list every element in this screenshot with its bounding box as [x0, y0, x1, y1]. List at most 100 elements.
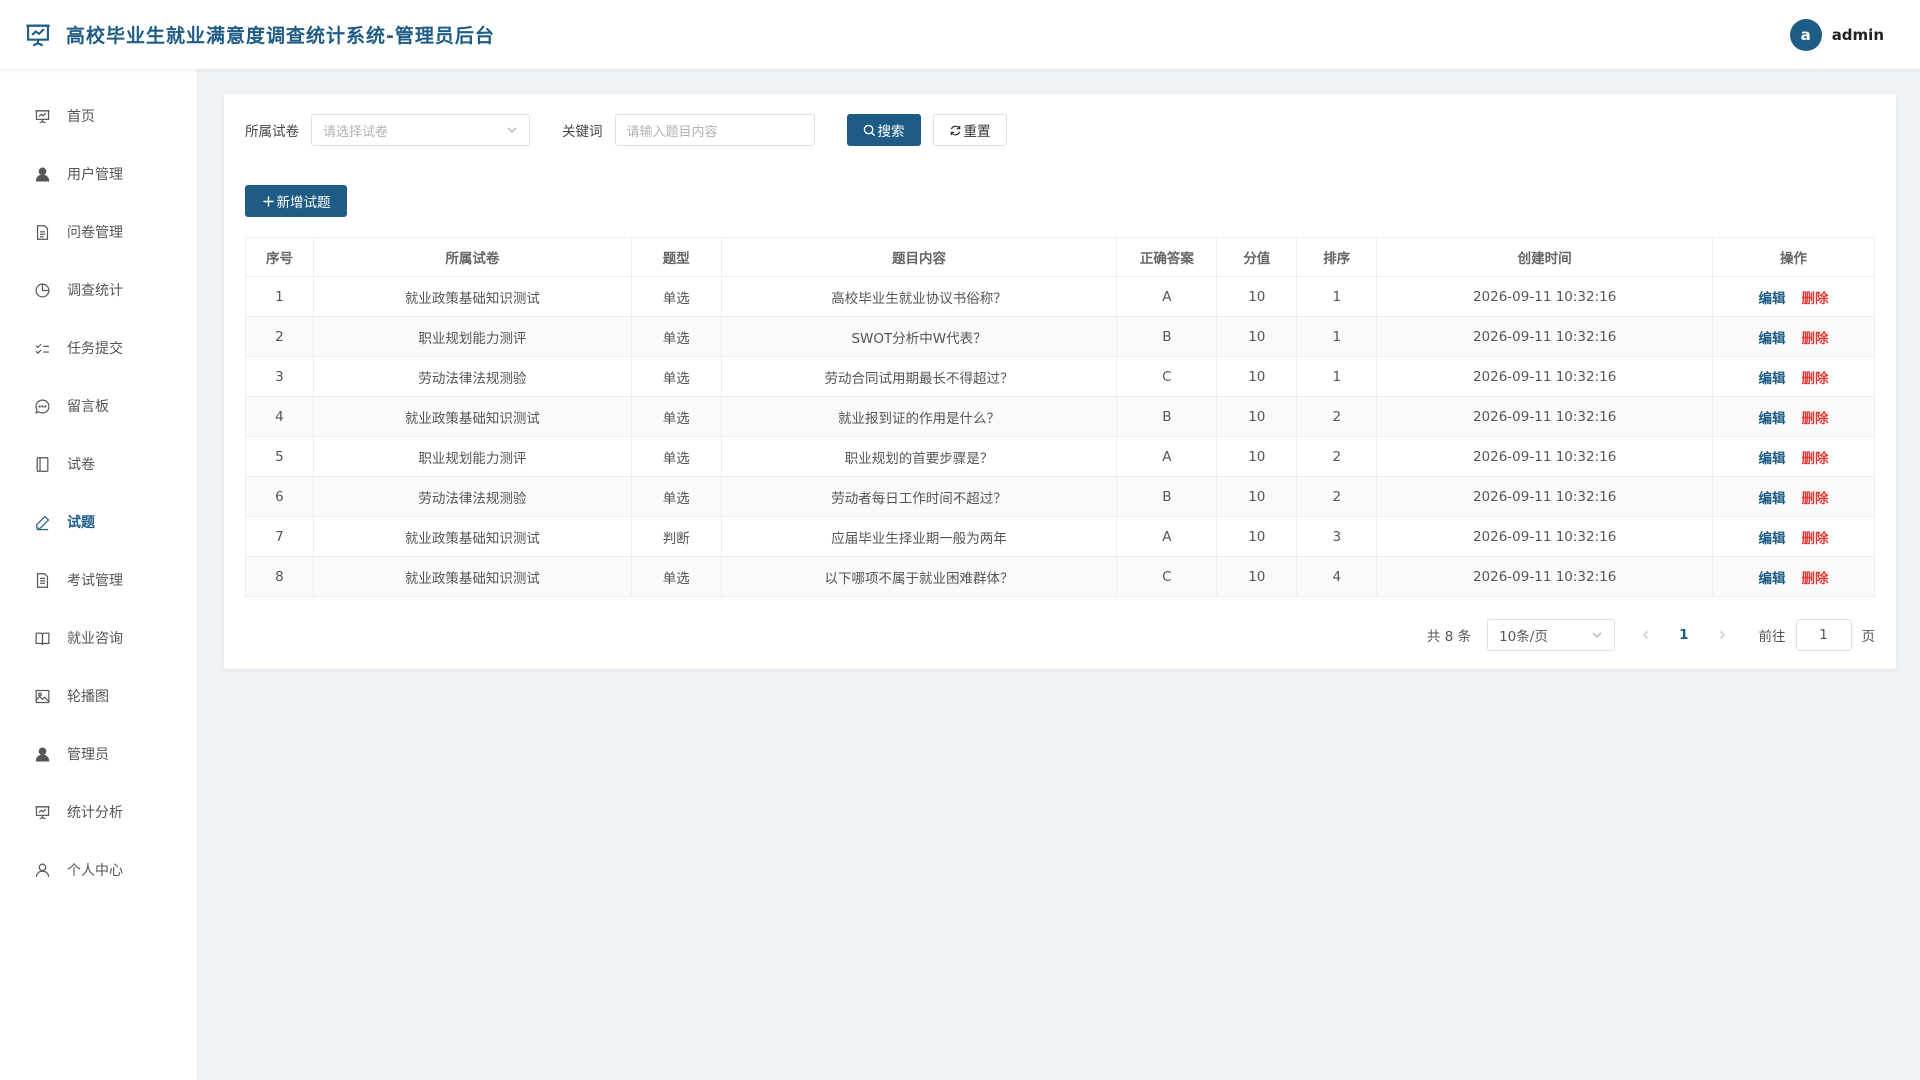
sidebar-item[interactable]: 考试管理 — [0, 551, 197, 609]
column-header: 序号 — [245, 237, 314, 277]
edit-button[interactable]: 编辑 — [1759, 451, 1786, 467]
table-cell: 2 — [1296, 436, 1378, 477]
sidebar-item-label: 留言板 — [67, 399, 109, 415]
table-cell: 就业政策基础知识测试 — [312, 556, 632, 597]
row-actions: 编辑 删除 — [1712, 516, 1875, 557]
edit-button[interactable]: 编辑 — [1759, 571, 1786, 587]
table-cell: 单选 — [630, 356, 722, 397]
table-cell: 10 — [1216, 396, 1298, 437]
delete-button[interactable]: 删除 — [1802, 451, 1829, 467]
username[interactable]: admin — [1832, 26, 1884, 44]
table-cell: C — [1116, 356, 1218, 397]
table-cell: 2 — [1296, 476, 1378, 517]
edit-button[interactable]: 编辑 — [1759, 331, 1786, 347]
sidebar-item[interactable]: 任务提交 — [0, 319, 197, 377]
column-header: 题目内容 — [720, 237, 1118, 277]
user-outline-icon — [35, 863, 50, 877]
page-size-select[interactable]: 10条/页 — [1487, 619, 1616, 651]
next-page-button[interactable] — [1713, 626, 1731, 644]
sidebar-item[interactable]: 调查统计 — [0, 261, 197, 319]
pie-chart-icon — [35, 283, 50, 297]
delete-button[interactable]: 删除 — [1802, 331, 1829, 347]
table-cell: 3 — [1296, 516, 1378, 557]
table-cell: 单选 — [630, 556, 722, 597]
sidebar-item-label: 用户管理 — [67, 167, 123, 183]
table-cell: 就业政策基础知识测试 — [312, 516, 632, 557]
goto-page-input[interactable]: 1 — [1795, 619, 1852, 651]
avatar[interactable]: a — [1789, 18, 1822, 51]
picture-icon — [35, 689, 50, 703]
sidebar-item[interactable]: 轮播图 — [0, 667, 197, 725]
delete-button[interactable]: 删除 — [1802, 491, 1829, 507]
sidebar-item[interactable]: 首页 — [0, 87, 197, 145]
edit-button[interactable]: 编辑 — [1759, 291, 1786, 307]
table-cell: 劳动者每日工作时间不超过？ — [720, 476, 1118, 517]
prev-page-button[interactable] — [1637, 626, 1655, 644]
table-cell: B — [1116, 396, 1218, 437]
row-actions: 编辑 删除 — [1712, 476, 1875, 517]
edit-button[interactable]: 编辑 — [1759, 531, 1786, 547]
sidebar-item-label: 任务提交 — [67, 341, 123, 357]
edit-button[interactable]: 编辑 — [1759, 411, 1786, 427]
user-menu[interactable]: a admin — [1789, 18, 1884, 51]
search-icon — [863, 124, 875, 136]
table-cell: 1 — [1296, 316, 1378, 357]
app-title: 高校毕业生就业满意度调查统计系统-管理员后台 — [66, 25, 495, 47]
sidebar-item[interactable]: 试题 — [0, 493, 197, 551]
sidebar-item[interactable]: 统计分析 — [0, 783, 197, 841]
pagination: 共 8 条 10条/页 1 前往 1 页 — [1427, 619, 1875, 651]
delete-button[interactable]: 删除 — [1802, 531, 1829, 547]
user-icon — [35, 167, 50, 181]
filter-bar: 所属试卷 请选择试卷 关键词 请输入题目内容 搜索 重置 — [245, 114, 1007, 146]
pen-icon — [36, 515, 50, 530]
chevron-down-icon — [1592, 632, 1602, 638]
sidebar-item[interactable]: 个人中心 — [0, 841, 197, 899]
add-question-label: 新增试题 — [276, 195, 331, 211]
table-cell: 劳动法律法规测验 — [312, 356, 632, 397]
sidebar-item[interactable]: 留言板 — [0, 377, 197, 435]
delete-button[interactable]: 删除 — [1802, 371, 1829, 387]
delete-button[interactable]: 删除 — [1802, 291, 1829, 307]
table-cell: 单选 — [630, 396, 722, 437]
sidebar-item[interactable]: 试卷 — [0, 435, 197, 493]
search-button[interactable]: 搜索 — [846, 114, 921, 146]
sidebar-item[interactable]: 问卷管理 — [0, 203, 197, 261]
table-cell: 就业政策基础知识测试 — [312, 276, 632, 317]
edit-button[interactable]: 编辑 — [1759, 371, 1786, 387]
table-cell: SWOT分析中W代表？ — [720, 316, 1118, 357]
notebook-icon — [36, 456, 49, 472]
table-cell: 单选 — [630, 436, 722, 477]
table-header-row: 序号 所属试卷 题型 题目内容 正确答案 分值 排序 创建时间 操作 — [245, 237, 1875, 277]
table-cell: 单选 — [630, 316, 722, 357]
chevron-left-icon — [1643, 631, 1649, 639]
edit-button[interactable]: 编辑 — [1759, 491, 1786, 507]
sidebar-item[interactable]: 就业咨询 — [0, 609, 197, 667]
page-suffix: 页 — [1861, 629, 1876, 645]
reset-button[interactable]: 重置 — [932, 114, 1007, 146]
table-cell: 2026-09-11 10:32:16 — [1376, 436, 1714, 477]
keyword-input-placeholder: 请输入题目内容 — [626, 124, 718, 140]
table-cell: 10 — [1216, 556, 1298, 597]
add-question-button[interactable]: 新增试题 — [245, 185, 347, 217]
row-actions: 编辑 删除 — [1712, 556, 1875, 597]
paper-select[interactable]: 请选择试卷 — [311, 114, 530, 146]
table-row: 6 劳动法律法规测验 单选 劳动者每日工作时间不超过？ B 10 2 2026-09-11 1… — [245, 476, 1875, 517]
delete-button[interactable]: 删除 — [1802, 571, 1829, 587]
presentation-icon — [26, 24, 50, 46]
delete-button[interactable]: 删除 — [1802, 411, 1829, 427]
book-icon — [35, 632, 50, 645]
sidebar-item-label: 试题 — [67, 515, 95, 531]
sidebar-item-label: 调查统计 — [67, 283, 123, 299]
table-cell: A — [1116, 516, 1218, 557]
table-cell: 10 — [1216, 356, 1298, 397]
table-cell: 1 — [1296, 356, 1378, 397]
sidebar-item[interactable]: 管理员 — [0, 725, 197, 783]
sidebar-item[interactable]: 用户管理 — [0, 145, 197, 203]
column-header: 操作 — [1712, 237, 1875, 277]
table-cell: 劳动法律法规测验 — [312, 476, 632, 517]
table-cell: 2 — [1296, 396, 1378, 437]
keyword-input[interactable]: 请输入题目内容 — [614, 114, 815, 146]
page-number-current[interactable]: 1 — [1679, 627, 1688, 643]
table-cell: 4 — [1296, 556, 1378, 597]
refresh-icon — [950, 125, 960, 135]
